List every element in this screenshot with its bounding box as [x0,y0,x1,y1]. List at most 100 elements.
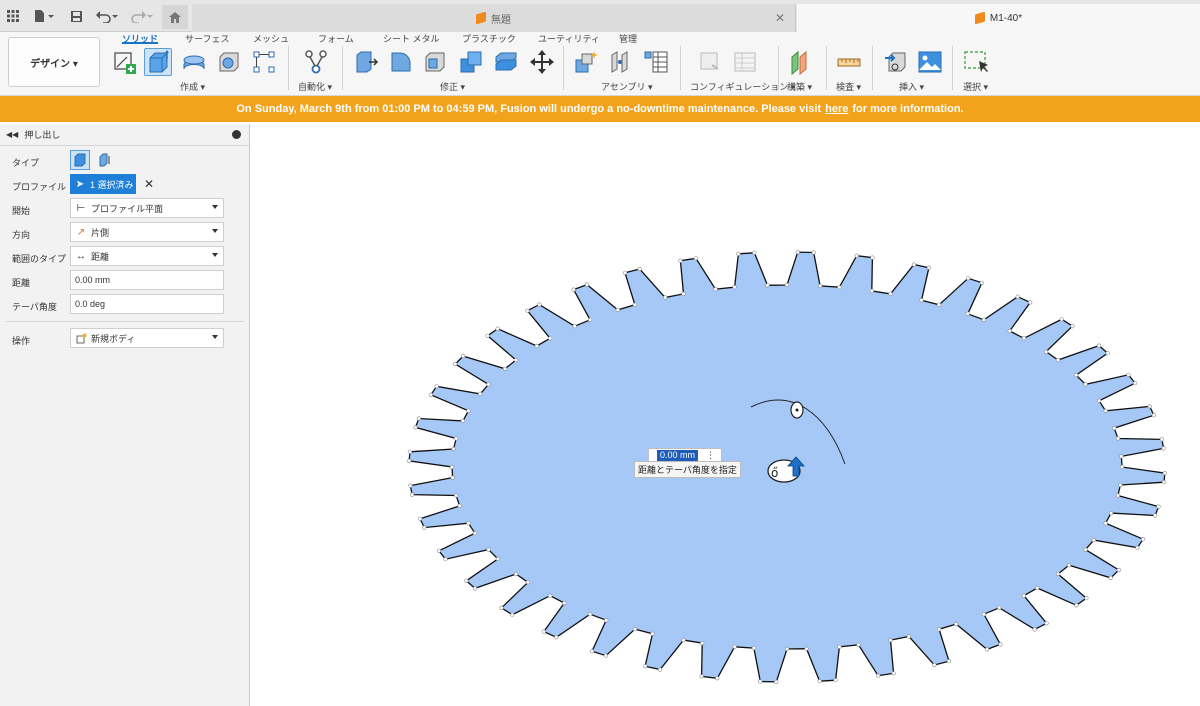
home-icon[interactable] [162,5,188,29]
distance-row: 距離 0.00 mm [0,270,250,292]
insert-image-icon[interactable] [916,48,944,76]
sketch-point [998,642,1003,647]
select-window-icon[interactable] [962,48,990,76]
distance-field[interactable]: 0.00 mm [70,270,224,290]
combine-icon[interactable] [457,48,485,76]
doc-tab-untitled[interactable]: 無題 ✕ [192,4,796,32]
taper-handle-dot [795,408,799,412]
configure-group-label[interactable]: コンフィギュレーション ▾ [690,80,795,93]
workspace-switcher[interactable]: デザイン ▾ [8,37,100,87]
insert-derive-icon[interactable] [882,48,910,76]
close-icon[interactable]: ✕ [775,11,785,25]
collapse-arrows-icon[interactable]: ◀◀ [6,130,18,139]
extent-row: 範囲のタイプ ↔ 距離 [0,246,250,268]
direction-select[interactable]: ↗ 片側 [70,222,224,242]
tab-sheet-metal[interactable]: シート メタル [383,32,440,44]
automate-group-label[interactable]: 自動化 ▾ [298,80,332,93]
dialog-options-icon[interactable] [232,130,241,139]
sketch-point [965,311,970,316]
construct-group-label[interactable]: 構築 ▾ [787,80,812,93]
hole-icon[interactable] [215,48,243,76]
tab-form[interactable]: フォーム [318,32,354,44]
create-sketch-icon[interactable] [110,48,138,76]
tab-mesh[interactable]: メッシュ [253,32,289,44]
sketch-point [1108,575,1113,581]
press-pull-icon[interactable] [352,48,380,76]
pattern-icon[interactable] [250,48,278,76]
extrude-icon[interactable] [144,48,172,76]
configuration-table-icon[interactable] [731,48,759,76]
insert-group-label[interactable]: 挿入 ▾ [899,80,924,93]
sketch-point [1021,336,1027,341]
operation-select[interactable]: 新規ボディ [70,328,224,348]
sketch-point [1151,413,1157,418]
chevron-down-icon [212,229,218,233]
split-body-icon[interactable] [492,48,520,76]
select-group-label[interactable]: 選択 ▾ [963,80,988,93]
create-group-label[interactable]: 作成 ▾ [180,80,205,93]
extrude-type-thin-icon[interactable] [95,150,115,170]
sketch-point [428,392,433,397]
sketch-point [981,612,987,617]
ribbon-toolbar: デザイン ▾ ソリッド サーフェス メッシュ フォーム シート メタル プラスチ… [0,32,1200,96]
sketch-point [869,288,874,293]
file-menu-icon[interactable] [32,6,56,26]
sketch-point [1103,521,1108,526]
tab-utility[interactable]: ユーティリティ [538,32,600,44]
sketch-point [833,678,838,683]
sketch-point [588,612,593,617]
sketch-point [795,250,800,255]
viewport-canvas[interactable]: ő 0.00 mm ⋮ 距離とテーパ角度を指定 [251,122,1200,706]
banner-link[interactable]: here [825,103,848,115]
automate-icon[interactable] [302,48,330,76]
fillet-icon[interactable] [387,48,415,76]
extent-select[interactable]: ↔ 距離 [70,246,224,266]
more-options-icon[interactable]: ⋮ [706,450,715,461]
modify-group-label[interactable]: 修正 ▾ [440,80,465,93]
sketch-point [713,287,718,292]
offset-plane-icon[interactable] [787,48,815,76]
sketch-point [464,578,469,583]
sketch-point [932,662,937,668]
move-icon[interactable] [528,48,556,76]
taper-angle-field[interactable]: 0.0 deg [70,294,224,314]
revolve-icon[interactable] [180,48,208,76]
bill-of-materials-icon[interactable] [642,48,670,76]
clear-selection-icon[interactable]: ✕ [144,177,154,191]
sketch-point [584,282,590,287]
extrude-type-solid-icon[interactable] [70,150,90,170]
distance-input-value[interactable]: 0.00 mm [657,449,699,461]
sketch-point [450,475,455,480]
start-select[interactable]: ⊢ プロファイル平面 [70,198,224,218]
sketch-point [817,283,823,288]
shell-icon[interactable] [421,48,449,76]
undo-icon[interactable] [94,6,120,26]
measure-icon[interactable] [835,48,863,76]
doc-tab-active[interactable]: M1-40* [797,4,1200,32]
gear-profile[interactable]: ő [251,122,1200,706]
sketch-point [513,357,519,363]
tab-surface[interactable]: サーフェス [185,32,229,44]
joint-icon[interactable] [607,48,635,76]
profile-selection[interactable]: ➤ 1 選択済み [70,174,136,194]
new-body-icon [75,332,87,344]
grid-menu-icon[interactable] [6,6,20,26]
new-component-icon[interactable] [572,48,600,76]
distance-input-box[interactable]: 0.00 mm ⋮ [648,448,722,462]
profile-label: プロファイル [12,182,67,192]
redo-icon[interactable] [128,6,154,26]
tab-plastic[interactable]: プラスチック [462,32,516,44]
sketch-point [1147,404,1152,409]
configure-icon[interactable] [697,48,725,76]
sketch-point [1032,627,1037,632]
maintenance-banner: On Sunday, March 9th from 01:00 PM to 04… [0,96,1200,122]
tab-solid[interactable]: ソリッド [122,32,159,44]
sketch-point [486,547,491,552]
taper-label: テーパ角度 [12,302,57,312]
sketch-point [981,317,987,322]
assemble-group-label[interactable]: アセンブリ ▾ [601,80,653,93]
inspect-group-label[interactable]: 検査 ▾ [836,80,861,93]
sketch-point [1140,537,1146,542]
save-icon[interactable] [68,6,84,26]
tab-manage[interactable]: 管理 [619,32,637,44]
